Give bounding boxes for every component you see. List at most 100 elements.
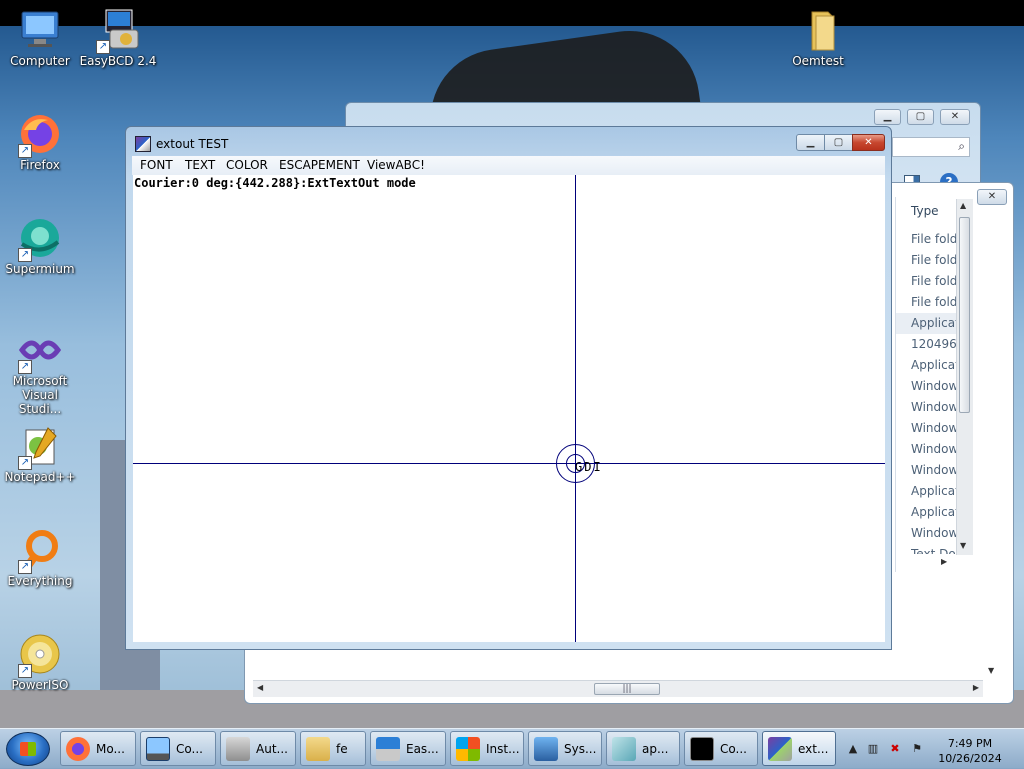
menu-viewabc[interactable]: ViewABC!	[367, 158, 425, 172]
list-item-selected[interactable]: Applicat	[896, 313, 957, 334]
list-item[interactable]: 120496 F	[911, 334, 956, 355]
windows-logo-icon	[456, 737, 480, 761]
scroll-left-arrow[interactable]: ◀	[257, 683, 263, 692]
console-icon	[690, 737, 714, 761]
folder-icon	[306, 737, 330, 761]
taskbar-button-extout[interactable]: ext...	[762, 731, 836, 766]
show-hidden-icons-arrow-icon[interactable]: ▲	[846, 743, 860, 755]
list-item[interactable]: File folde	[911, 229, 956, 250]
taskbar-button-autoruns[interactable]: Aut...	[220, 731, 296, 766]
list-item[interactable]: File folde	[911, 250, 956, 271]
maximize-button[interactable]: ▢	[824, 134, 853, 151]
action-center-flag-icon[interactable]: ⚑	[910, 743, 924, 755]
desktop-icon-poweriso[interactable]: ↗ PowerISO	[0, 632, 80, 692]
computer-icon	[146, 737, 170, 761]
folder-icon	[796, 8, 840, 52]
maximize-button[interactable]: ▢	[907, 109, 934, 125]
shortcut-arrow-icon: ↗	[18, 456, 32, 470]
taskbar-button-firefox[interactable]: Mo...	[60, 731, 136, 766]
scroll-up-arrow[interactable]: ▲	[960, 201, 966, 210]
menu-bar: FONT TEXT COLOR ESCAPEMENT ViewABC!	[132, 156, 885, 175]
start-button[interactable]	[6, 732, 50, 766]
status-text: Courier:0 deg:{442.288}:ExtTextOut mode	[134, 176, 416, 190]
list-item[interactable]: Window	[911, 439, 956, 460]
clock[interactable]: 7:49 PM 10/26/2024	[930, 736, 1010, 766]
scrollbar-thumb[interactable]: |||	[594, 683, 660, 695]
taskbar-button-system[interactable]: Sys...	[528, 731, 602, 766]
list-item[interactable]: Applicat	[911, 502, 956, 523]
menu-color[interactable]: COLOR	[226, 158, 268, 172]
extout-window[interactable]: extout TEST ▁ ▢ ✕ FONT TEXT COLOR ESCAPE…	[125, 126, 892, 650]
list-item[interactable]: Window	[911, 397, 956, 418]
desktop-icon-everything[interactable]: ↗ Everything	[0, 528, 80, 588]
list-item[interactable]: Window	[911, 523, 956, 544]
desktop-icon-firefox[interactable]: ↗ Firefox	[0, 112, 80, 172]
minimize-button[interactable]: ▁	[796, 134, 825, 151]
close-button[interactable]: ✕	[852, 134, 885, 151]
app-icon	[135, 136, 151, 152]
firefox-icon	[66, 737, 90, 761]
taskbar-button-easybcd[interactable]: Eas...	[370, 731, 446, 766]
list-item[interactable]: File folde	[911, 271, 956, 292]
list-item[interactable]: File folde	[911, 292, 956, 313]
visual-studio-label: Microsoft Visual Studi...	[12, 374, 68, 416]
volume-muted-icon[interactable]: ✖	[888, 743, 902, 755]
menu-escapement[interactable]: ESCAPEMENT	[279, 158, 360, 172]
list-item[interactable]: Applicat	[911, 481, 956, 502]
scrollbar-thumb[interactable]	[959, 217, 970, 413]
desktop-icon-computer[interactable]: Computer	[0, 8, 80, 68]
taskbar-button-fe[interactable]: fe	[300, 731, 366, 766]
desktop-icon-visual-studio[interactable]: ↗ Microsoft Visual Studi...	[0, 328, 80, 416]
taskbar-button-computer[interactable]: Co...	[140, 731, 216, 766]
taskbar-button-installer[interactable]: Inst...	[450, 731, 524, 766]
shortcut-arrow-icon: ↗	[18, 144, 32, 158]
system-icon	[534, 737, 558, 761]
menu-text[interactable]: TEXT	[185, 158, 215, 172]
minimize-button[interactable]: ▁	[874, 109, 901, 125]
desktop-icon-supermium[interactable]: ↗ Supermium	[0, 216, 80, 276]
client-area[interactable]: Courier:0 deg:{442.288}:ExtTextOut mode …	[133, 175, 885, 642]
desktop-icon-oemtest[interactable]: Oemtest	[778, 8, 858, 68]
scroll-down-arrow[interactable]: ▼	[960, 541, 966, 550]
list-item[interactable]: Window	[911, 460, 956, 481]
h-scroll-right-arrow[interactable]: ▶	[941, 557, 953, 569]
clock-date: 10/26/2024	[938, 752, 1002, 765]
everything-icon: ↗	[18, 528, 62, 574]
clock-time: 7:49 PM	[947, 737, 993, 750]
search-box[interactable]: ⌕	[892, 137, 970, 157]
shortcut-arrow-icon: ↗	[18, 360, 32, 374]
notepadpp-icon: ↗	[18, 424, 62, 470]
computer-icon	[18, 8, 62, 52]
easybcd-icon: ↗	[96, 8, 140, 54]
list-item[interactable]: Applicat	[911, 355, 956, 376]
taskbar-button-console[interactable]: Co...	[684, 731, 758, 766]
search-icon: ⌕	[958, 139, 965, 153]
app-icon	[612, 737, 636, 761]
shortcut-arrow-icon: ↗	[18, 664, 32, 678]
shortcut-arrow-icon: ↗	[96, 40, 110, 54]
list-item[interactable]: Window	[911, 418, 956, 439]
poweriso-icon: ↗	[18, 632, 62, 678]
desktop-icon-notepadpp[interactable]: ↗ Notepad++	[0, 424, 80, 484]
window-title: extout TEST	[156, 137, 229, 151]
system-tray: ▲ ▥ ✖ ⚑ 7:49 PM 10/26/2024	[844, 731, 1022, 767]
desktop-icon-easybcd[interactable]: ↗ EasyBCD 2.4	[78, 8, 158, 68]
window-controls: ▁ ▢ ✕	[796, 134, 885, 152]
extout-icon	[768, 737, 792, 761]
visual-studio-icon: ↗	[18, 328, 62, 374]
list-item[interactable]: Text Doc	[911, 544, 956, 554]
close-button[interactable]: ✕	[977, 189, 1007, 205]
taskbar: Mo... Co... Aut... fe Eas... Inst... Sys…	[0, 728, 1024, 769]
vertical-scrollbar[interactable]: ▲ ▼	[956, 199, 973, 555]
autoruns-icon	[226, 737, 250, 761]
crosshair-vertical-line	[575, 175, 576, 642]
network-icon[interactable]: ▥	[866, 743, 880, 755]
gdi-text: GDI	[575, 460, 603, 474]
list-item[interactable]: Window	[911, 376, 956, 397]
horizontal-scrollbar[interactable]: ◀ ||| ▶	[253, 680, 983, 697]
menu-font[interactable]: FONT	[140, 158, 173, 172]
close-button[interactable]: ✕	[940, 109, 970, 125]
taskbar-button-ap[interactable]: ap...	[606, 731, 680, 766]
scroll-right-arrow[interactable]: ▶	[973, 683, 979, 692]
scroll-down-arrow[interactable]: ▼	[988, 666, 994, 675]
